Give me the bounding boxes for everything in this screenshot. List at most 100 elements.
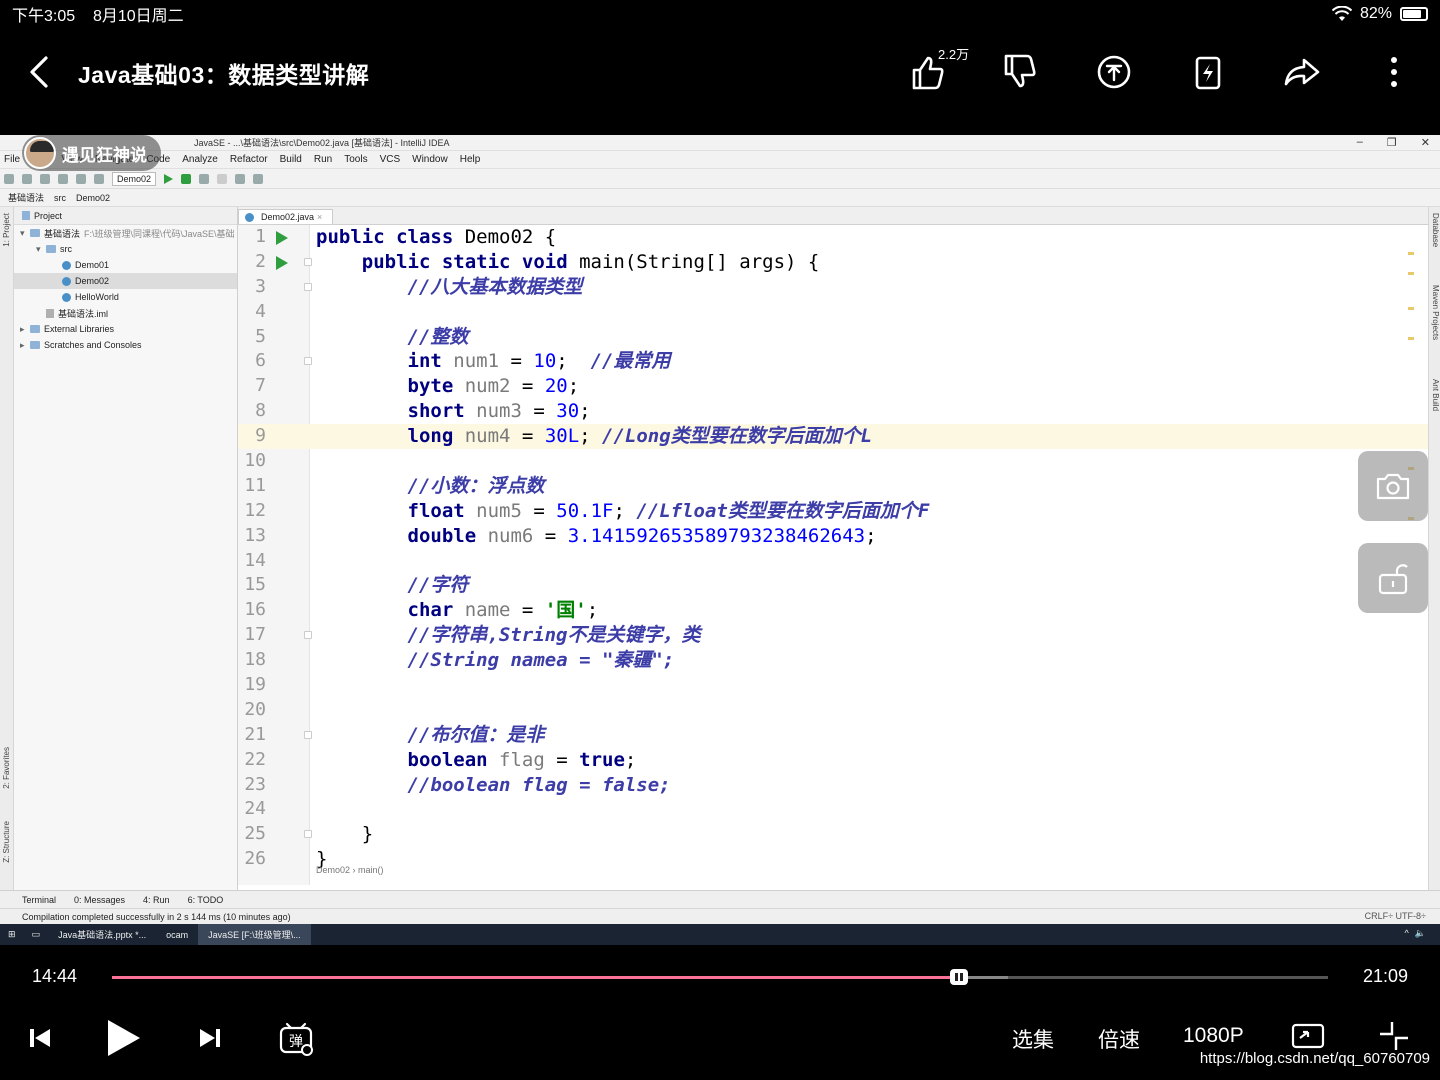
code-line[interactable]: 24 [238, 797, 1428, 822]
code-line[interactable]: 5 //整数 [238, 325, 1428, 350]
nav-crumb[interactable]: Demo02 [76, 193, 110, 203]
build-icon[interactable] [94, 173, 104, 184]
code-area[interactable]: 1 public class Demo02 {2 public static vo… [238, 225, 1428, 872]
episodes-button[interactable]: 选集 [1012, 1024, 1054, 1054]
code-line[interactable]: 15 //字符 [238, 573, 1428, 598]
fold-icon[interactable] [304, 631, 312, 640]
taskbar-task[interactable]: Java基础语法.pptx *... [48, 924, 156, 945]
database-tool-tab[interactable]: Database [1431, 213, 1440, 247]
menu-item-build[interactable]: Build [280, 154, 302, 165]
structure-tool-tab[interactable]: Z: Structure [2, 821, 11, 863]
dislike-button[interactable] [998, 50, 1042, 94]
tree-item[interactable]: ▸ Scratches and Consoles [14, 337, 237, 353]
project-structure-icon[interactable] [235, 173, 246, 184]
favorite-button[interactable] [1186, 50, 1230, 94]
menu-item-file[interactable]: File [4, 154, 20, 165]
taskbar-task[interactable]: JavaSE [F:\班级管理\... [198, 924, 311, 945]
code-line[interactable]: 6 int num1 = 10; //最常用 [238, 349, 1428, 374]
taskbar-task[interactable]: ocam [156, 924, 198, 945]
project-panel-title[interactable]: Project [34, 211, 62, 221]
fold-icon[interactable] [304, 357, 312, 366]
expand-arrow-icon[interactable]: ▸ [20, 324, 30, 335]
code-line[interactable]: 2 public static void main(String[] args)… [238, 250, 1428, 275]
scroll-marker[interactable] [1408, 337, 1414, 340]
previous-button[interactable] [26, 1018, 54, 1063]
tree-item[interactable]: 基础语法.iml [14, 305, 237, 321]
code-line[interactable]: 12 float num5 = 50.1F; //Lfloat类型要在数字后面加… [238, 499, 1428, 524]
forward-icon[interactable] [76, 173, 86, 184]
more-button[interactable] [1372, 50, 1416, 94]
close-icon[interactable]: ✕ [1421, 136, 1430, 149]
code-line[interactable]: 11 //小数：浮点数 [238, 474, 1428, 499]
menu-item-vcs[interactable]: VCS [380, 154, 401, 165]
code-line[interactable]: 21 //布尔值：是非 [238, 723, 1428, 748]
open-icon[interactable] [4, 173, 14, 184]
menu-item-analyze[interactable]: Analyze [182, 154, 218, 165]
stop-icon[interactable] [217, 173, 228, 184]
tool-window-tab[interactable]: 4: Run [143, 895, 170, 905]
favorites-tool-tab[interactable]: 2: Favorites [2, 747, 11, 789]
code-line[interactable]: 3 //八大基本数据类型 [238, 275, 1428, 300]
close-tab-icon[interactable]: × [317, 212, 322, 222]
code-line[interactable]: 16 char name = '国'; [238, 598, 1428, 623]
code-line[interactable]: 4 [238, 300, 1428, 325]
expand-arrow-icon[interactable]: ▸ [20, 340, 30, 351]
tool-window-tab[interactable]: 0: Messages [74, 895, 125, 905]
run-icon[interactable] [164, 173, 174, 184]
tool-window-tab[interactable]: 6: TODO [188, 895, 224, 905]
tree-item[interactable]: ▸ External Libraries [14, 321, 237, 337]
tree-item[interactable]: Demo01 [14, 257, 237, 273]
code-line[interactable]: 13 double num6 = 3.141592653589793238462… [238, 524, 1428, 549]
minimize-icon[interactable]: – [1357, 136, 1363, 149]
code-line[interactable]: 23 //boolean flag = false; [238, 773, 1428, 798]
tree-item[interactable]: ▾ 基础语法 F:\班级管理\同课程\代码\JavaSE\基础 [14, 225, 237, 241]
coverage-icon[interactable] [199, 173, 210, 184]
share-button[interactable] [1280, 50, 1324, 94]
back-icon[interactable] [58, 173, 68, 184]
menu-item-refactor[interactable]: Refactor [230, 154, 268, 165]
menu-item-run[interactable]: Run [314, 154, 332, 165]
tool-window-tab[interactable]: Terminal [22, 895, 56, 905]
code-editor[interactable]: Demo02.java × 1 public class Demo02 {2 pu… [238, 207, 1428, 890]
back-button[interactable] [22, 52, 58, 92]
code-line[interactable]: 26} [238, 847, 1428, 872]
tree-item[interactable]: Demo02 [14, 273, 237, 289]
next-button[interactable] [196, 1018, 224, 1063]
maven-tool-tab[interactable]: Maven Projects [1431, 285, 1440, 340]
menu-item-help[interactable]: Help [460, 154, 481, 165]
volume-icon[interactable]: 🔈 [1415, 928, 1426, 939]
restore-icon[interactable]: ❐ [1387, 136, 1397, 149]
fold-icon[interactable] [304, 282, 312, 291]
code-line[interactable]: 10 [238, 449, 1428, 474]
project-tool-tab[interactable]: 1: Project [2, 213, 11, 247]
code-line[interactable]: 22 boolean flag = true; [238, 748, 1428, 773]
tree-item[interactable]: ▾ src [14, 241, 237, 257]
code-line[interactable]: 7 byte num2 = 20; [238, 374, 1428, 399]
fold-icon[interactable] [304, 730, 312, 739]
menu-item-window[interactable]: Window [412, 154, 448, 165]
expand-arrow-icon[interactable]: ▾ [20, 228, 30, 239]
code-line[interactable]: 17 //字符串,String不是关键字，类 [238, 623, 1428, 648]
code-line[interactable]: 25 } [238, 822, 1428, 847]
run-gutter-icon[interactable] [276, 255, 288, 270]
danmaku-toggle[interactable]: 弹 [278, 1018, 314, 1063]
windows-start-icon[interactable]: ⊞ [0, 929, 24, 940]
nav-crumb[interactable]: src [54, 193, 66, 203]
code-line[interactable]: 9 long num4 = 30L; //Long类型要在数字后面加个L [238, 424, 1428, 450]
editor-tab-demo02[interactable]: Demo02.java × [238, 209, 334, 224]
scroll-marker[interactable] [1408, 307, 1414, 310]
scroll-marker[interactable] [1408, 272, 1414, 275]
ant-tool-tab[interactable]: Ant Build [1431, 379, 1440, 411]
code-line[interactable]: 20 [238, 698, 1428, 723]
seek-thumb[interactable] [950, 969, 969, 985]
code-line[interactable]: 8 short num3 = 30; [238, 399, 1428, 424]
fold-icon[interactable] [304, 257, 312, 266]
code-line[interactable]: 19 [238, 673, 1428, 698]
task-view-icon[interactable]: ▭ [24, 929, 49, 940]
tree-item[interactable]: HelloWorld [14, 289, 237, 305]
settings-icon[interactable] [253, 173, 264, 184]
expand-arrow-icon[interactable]: ▾ [36, 244, 46, 255]
save-icon[interactable] [22, 173, 32, 184]
speed-button[interactable]: 倍速 [1098, 1024, 1140, 1054]
screen-lock-button[interactable] [1358, 543, 1428, 613]
